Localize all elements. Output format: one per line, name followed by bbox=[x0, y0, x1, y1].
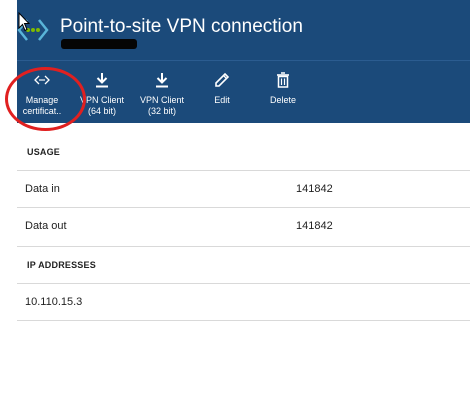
delete-label: Delete bbox=[269, 95, 296, 105]
edit-label: Edit bbox=[214, 95, 230, 105]
usage-section-header: USAGE bbox=[17, 122, 470, 171]
redacted-subtitle bbox=[61, 39, 137, 49]
usage-heading: USAGE bbox=[27, 147, 61, 157]
trash-icon bbox=[277, 72, 289, 88]
usage-row-data-out: Data out 141842 bbox=[17, 208, 470, 247]
pencil-icon bbox=[215, 72, 230, 87]
usage-row-data-in: Data in 141842 bbox=[17, 171, 470, 208]
vpn-client-32-button[interactable]: VPN Client (32 bit) bbox=[132, 61, 192, 121]
data-in-label: Data in bbox=[25, 183, 60, 195]
blade-header: Point-to-site VPN connection bbox=[17, 0, 470, 60]
ip-section-header: IP ADDRESSES bbox=[17, 247, 470, 284]
ip-heading: IP ADDRESSES bbox=[27, 260, 96, 270]
vpn-client-32-label: VPN Client (32 bit) bbox=[139, 95, 184, 116]
mouse-pointer-icon bbox=[18, 12, 30, 32]
ip-address-value: 10.110.15.3 bbox=[25, 296, 83, 308]
download-icon bbox=[96, 73, 108, 88]
ip-address-row: 10.110.15.3 bbox=[17, 284, 470, 321]
delete-button[interactable]: Delete bbox=[253, 61, 313, 121]
page-title: Point-to-site VPN connection bbox=[60, 16, 303, 37]
data-out-value: 141842 bbox=[296, 220, 333, 232]
data-out-label: Data out bbox=[25, 220, 67, 232]
edit-button[interactable]: Edit bbox=[192, 61, 252, 121]
data-in-value: 141842 bbox=[296, 183, 333, 195]
download-icon bbox=[156, 73, 168, 88]
